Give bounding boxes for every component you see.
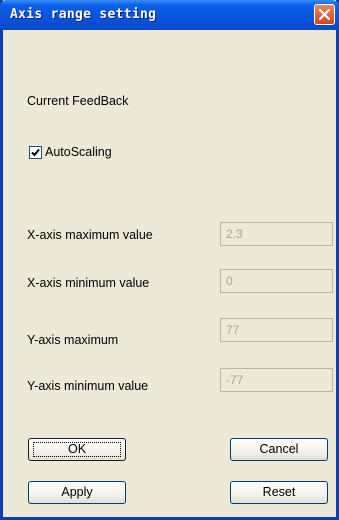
reset-button-label: Reset <box>262 485 296 499</box>
y-max-field[interactable]: 77 <box>220 318 333 342</box>
axis-range-dialog: Axis range setting Current FeedBack Auto… <box>0 0 339 520</box>
checkmark-icon <box>31 148 40 157</box>
x-max-field[interactable]: 2.3 <box>220 222 333 246</box>
cancel-button[interactable]: Cancel <box>230 438 328 461</box>
x-min-label: X-axis minimum value <box>27 276 150 290</box>
cancel-button-label: Cancel <box>259 442 299 456</box>
apply-button[interactable]: Apply <box>28 481 126 504</box>
ok-button-label: OK <box>67 442 87 456</box>
x-min-field[interactable]: 0 <box>220 269 333 293</box>
window-title: Axis range setting <box>10 7 157 22</box>
autoscaling-label[interactable]: AutoScaling <box>45 145 112 159</box>
ok-button[interactable]: OK <box>28 438 126 461</box>
autoscaling-checkbox[interactable] <box>29 146 42 159</box>
y-min-label: Y-axis minimum value <box>27 379 149 393</box>
current-feedback-label: Current FeedBack <box>27 94 129 108</box>
close-icon <box>318 8 331 21</box>
x-max-label: X-axis maximum value <box>27 228 153 242</box>
reset-button[interactable]: Reset <box>230 481 328 504</box>
title-bar[interactable]: Axis range setting <box>0 0 339 30</box>
close-button[interactable] <box>314 4 335 25</box>
y-max-label: Y-axis maximum <box>27 333 119 347</box>
apply-button-label: Apply <box>61 485 93 499</box>
y-min-field[interactable]: -77 <box>220 368 333 392</box>
